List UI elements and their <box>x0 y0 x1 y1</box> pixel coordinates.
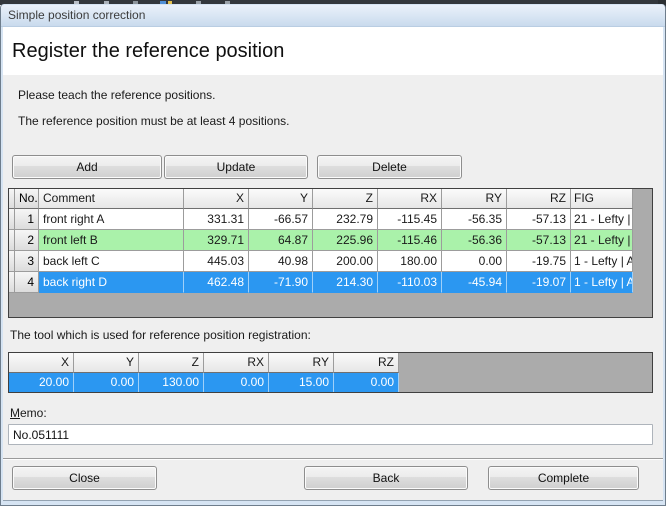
instruction-text-2: The reference position must be at least … <box>18 114 289 128</box>
cell-ry: 0.00 <box>442 251 507 272</box>
cell-no: 4 <box>15 272 39 293</box>
back-button[interactable]: Back <box>304 466 468 490</box>
cell-fig: 21 - Lefty | <box>571 230 633 251</box>
column-header-ry[interactable]: RY <box>442 189 507 209</box>
cell-comment: back right D <box>39 272 184 293</box>
column-header-fig[interactable]: FIG <box>571 189 633 209</box>
cell-z: 200.00 <box>313 251 378 272</box>
update-button[interactable]: Update <box>164 155 308 179</box>
table-row-3[interactable]: 3 back left C 445.03 40.98 200.00 180.00… <box>9 251 652 272</box>
cell-no: 3 <box>15 251 39 272</box>
tool-section-label: The tool which is used for reference pos… <box>10 328 311 342</box>
tool-header-ry: RY <box>269 353 334 373</box>
cell-y: 40.98 <box>249 251 313 272</box>
cell-fig: 21 - Lefty | <box>571 209 633 230</box>
cell-comment: front left B <box>39 230 184 251</box>
tool-value-x: 20.00 <box>9 373 74 393</box>
positions-table-header: No. Comment X Y Z RX RY RZ FIG <box>9 189 652 209</box>
table-row-1[interactable]: 1 front right A 331.31 -66.57 232.79 -11… <box>9 209 652 230</box>
tool-header-y: Y <box>74 353 139 373</box>
cell-x: 331.31 <box>184 209 249 230</box>
cell-rx: -110.03 <box>378 272 442 293</box>
cell-rz: -57.13 <box>507 209 571 230</box>
tool-table: X Y Z RX RY RZ 20.00 0.00 130.00 0.00 15… <box>8 352 653 393</box>
column-header-y[interactable]: Y <box>249 189 313 209</box>
cell-ry: -56.36 <box>442 230 507 251</box>
tool-value-rz: 0.00 <box>334 373 399 393</box>
memo-input[interactable] <box>8 424 653 445</box>
cell-rx: -115.46 <box>378 230 442 251</box>
column-header-z[interactable]: Z <box>313 189 378 209</box>
tool-header-rz: RZ <box>334 353 399 373</box>
cell-ry: -56.35 <box>442 209 507 230</box>
tool-value-rx: 0.00 <box>204 373 269 393</box>
column-header-rz[interactable]: RZ <box>507 189 571 209</box>
cell-x: 329.71 <box>184 230 249 251</box>
tool-value-ry: 15.00 <box>269 373 334 393</box>
cell-no: 2 <box>15 230 39 251</box>
cell-comment: back left C <box>39 251 184 272</box>
cell-z: 232.79 <box>313 209 378 230</box>
cell-fig: 1 - Lefty | A <box>571 251 633 272</box>
cell-y: -71.90 <box>249 272 313 293</box>
cell-z: 225.96 <box>313 230 378 251</box>
close-button[interactable]: Close <box>12 466 157 490</box>
dialog-title: Simple position correction <box>8 8 145 22</box>
cell-fig: 1 - Lefty | A <box>571 272 633 293</box>
column-header-x[interactable]: X <box>184 189 249 209</box>
instruction-text-1: Please teach the reference positions. <box>18 88 215 102</box>
cell-y: -66.57 <box>249 209 313 230</box>
tool-value-y: 0.00 <box>74 373 139 393</box>
tool-header-z: Z <box>139 353 204 373</box>
cell-rz: -19.07 <box>507 272 571 293</box>
cell-no: 1 <box>15 209 39 230</box>
table-row-4-selected[interactable]: 4 back right D 462.48 -71.90 214.30 -110… <box>9 272 652 293</box>
tool-values-row[interactable]: 20.00 0.00 130.00 0.00 15.00 0.00 <box>9 373 652 393</box>
tool-value-z: 130.00 <box>139 373 204 393</box>
memo-label-mnemonic: M <box>10 406 20 420</box>
tool-table-header: X Y Z RX RY RZ <box>9 353 652 373</box>
cell-y: 64.87 <box>249 230 313 251</box>
cell-comment: front right A <box>39 209 184 230</box>
footer-divider <box>3 458 663 460</box>
cell-rx: 180.00 <box>378 251 442 272</box>
cell-rx: -115.45 <box>378 209 442 230</box>
tool-header-x: X <box>9 353 74 373</box>
positions-table: No. Comment X Y Z RX RY RZ FIG 1 front r… <box>8 188 653 318</box>
cell-rz: -57.13 <box>507 230 571 251</box>
cell-rz: -19.75 <box>507 251 571 272</box>
memo-label-rest: emo: <box>20 406 47 420</box>
cell-z: 214.30 <box>313 272 378 293</box>
table-row-2[interactable]: 2 front left B 329.71 64.87 225.96 -115.… <box>9 230 652 251</box>
complete-button[interactable]: Complete <box>488 466 639 490</box>
cell-x: 462.48 <box>184 272 249 293</box>
screen: Simple position correction Register the … <box>0 0 666 506</box>
tool-header-rx: RX <box>204 353 269 373</box>
delete-button[interactable]: Delete <box>317 155 462 179</box>
add-button[interactable]: Add <box>12 155 162 179</box>
column-header-comment[interactable]: Comment <box>39 189 184 209</box>
memo-label: Memo: <box>10 406 47 420</box>
page-title: Register the reference position <box>12 40 284 63</box>
cell-ry: -45.94 <box>442 272 507 293</box>
column-header-rx[interactable]: RX <box>378 189 442 209</box>
cell-x: 445.03 <box>184 251 249 272</box>
column-header-no[interactable]: No. <box>15 189 39 209</box>
dialog-titlebar: Simple position correction <box>1 5 665 27</box>
